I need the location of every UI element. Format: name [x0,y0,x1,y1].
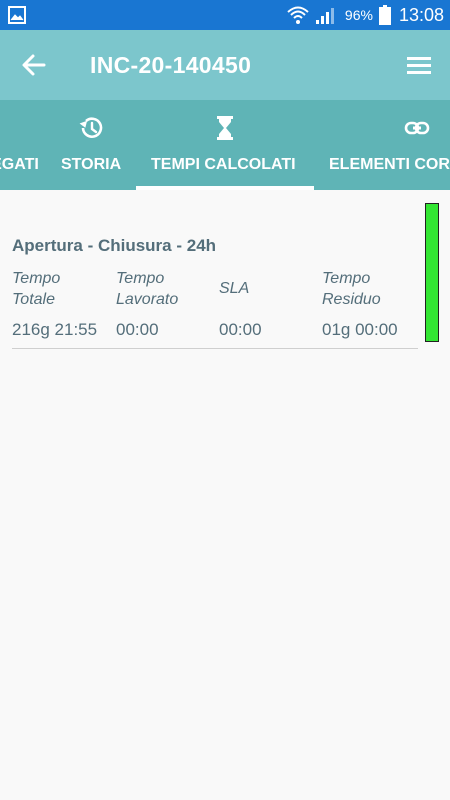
column-header-line: Tempo [322,270,371,287]
page-title: INC-20-140450 [90,52,252,78]
column-header-line: Residuo [322,291,381,308]
column-header-line: Tempo [12,270,61,287]
gallery-notification-icon [8,6,26,24]
battery-percent: 96% [344,7,373,23]
sla-status-indicator [425,203,439,342]
card-divider [12,348,418,349]
column-header-line: Lavorato [116,291,179,308]
menu-icon[interactable] [406,53,432,77]
history-icon [79,117,103,138]
column-header: Tempo Lavorato [116,268,216,310]
column-header: Tempo Residuo [322,268,422,310]
column-header: SLA [219,268,319,299]
tab-label: STORIA [61,156,122,173]
active-tab-indicator [136,186,314,190]
tab-elementi-correlati[interactable]: ELEMENTI CORRELATI [329,100,450,190]
column-value: 216g 21:55 [12,320,98,339]
column-sla: SLA 00:00 [219,268,319,339]
card-title: Apertura - Chiusura - 24h [12,236,217,255]
tab-label: ALLEGATI [0,156,39,173]
column-value: 00:00 [219,320,262,339]
tab-label: ELEMENTI CORRELATI [329,156,450,173]
column-header: Tempo Totale [12,268,112,310]
app-toolbar: INC-20-140450 [0,30,450,100]
back-arrow-icon[interactable] [20,51,48,79]
status-bar: 96% 13:08 [0,0,450,30]
link-icon [404,121,430,135]
hourglass-icon [217,116,233,140]
column-header-line: SLA [219,280,250,297]
column-tempo-lavorato: Tempo Lavorato 00:00 [116,268,216,339]
column-value: 01g 00:00 [322,320,398,339]
column-header-line: Tempo [116,270,165,287]
tab-storia[interactable]: STORIA [55,100,127,190]
battery-icon [378,5,391,25]
column-header-line: Totale [12,291,55,308]
tab-bar: ALLEGATI STORIA TEMPI CALCOLATI ELEMENTI… [0,100,450,190]
clock: 13:08 [398,4,444,25]
wifi-icon [287,6,309,24]
column-value: 00:00 [116,320,159,339]
tab-label: TEMPI CALCOLATI [151,156,296,173]
signal-icon [315,8,334,24]
column-tempo-totale: Tempo Totale 216g 21:55 [12,268,112,339]
column-tempo-residuo: Tempo Residuo 01g 00:00 [322,268,422,339]
tab-tempi-calcolati[interactable]: TEMPI CALCOLATI [136,100,314,190]
